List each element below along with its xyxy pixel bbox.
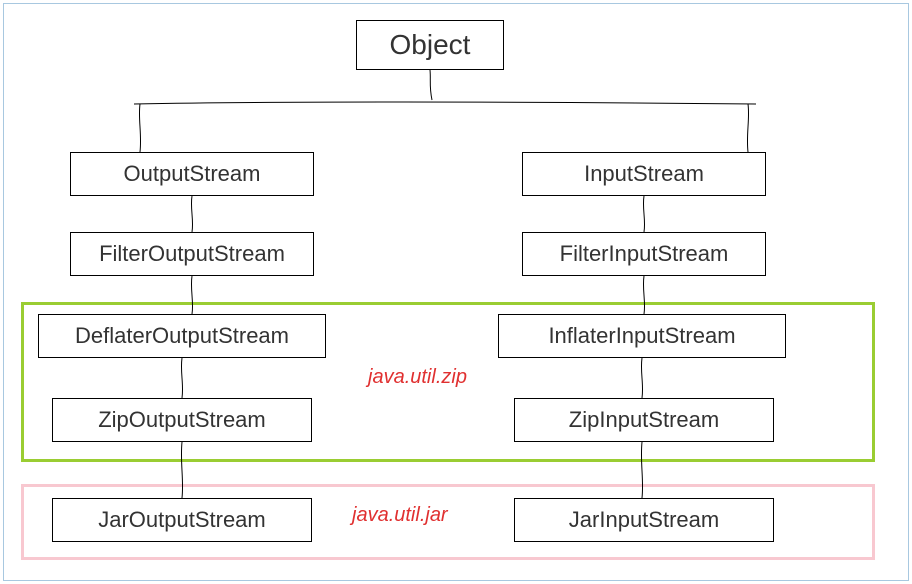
node-inflaterinputstream: InflaterInputStream <box>498 314 786 358</box>
node-deflateroutputstream: DeflaterOutputStream <box>38 314 326 358</box>
package-label-text: java.util.jar <box>352 504 448 526</box>
node-filteroutputstream: FilterOutputStream <box>70 232 314 276</box>
node-label: JarInputStream <box>569 507 719 533</box>
node-label: FilterOutputStream <box>99 241 285 267</box>
package-label-jar: java.util.jar <box>352 504 448 527</box>
node-label: DeflaterOutputStream <box>75 323 289 349</box>
package-label-zip: java.util.zip <box>368 366 467 389</box>
node-object: Object <box>356 20 504 70</box>
node-label: InflaterInputStream <box>548 323 735 349</box>
node-label: JarOutputStream <box>98 507 266 533</box>
node-filterinputstream: FilterInputStream <box>522 232 766 276</box>
package-label-text: java.util.zip <box>368 366 467 388</box>
node-label: FilterInputStream <box>560 241 729 267</box>
node-zipoutputstream: ZipOutputStream <box>52 398 312 442</box>
node-label: ZipOutputStream <box>98 407 266 433</box>
diagram-container: Object OutputStream FilterOutputStream D… <box>3 3 909 581</box>
node-outputstream: OutputStream <box>70 152 314 196</box>
node-label: ZipInputStream <box>569 407 719 433</box>
node-jaroutputstream: JarOutputStream <box>52 498 312 542</box>
node-zipinputstream: ZipInputStream <box>514 398 774 442</box>
node-inputstream: InputStream <box>522 152 766 196</box>
node-label: Object <box>390 29 471 61</box>
node-label: OutputStream <box>124 161 261 187</box>
node-jarinputstream: JarInputStream <box>514 498 774 542</box>
node-label: InputStream <box>584 161 704 187</box>
